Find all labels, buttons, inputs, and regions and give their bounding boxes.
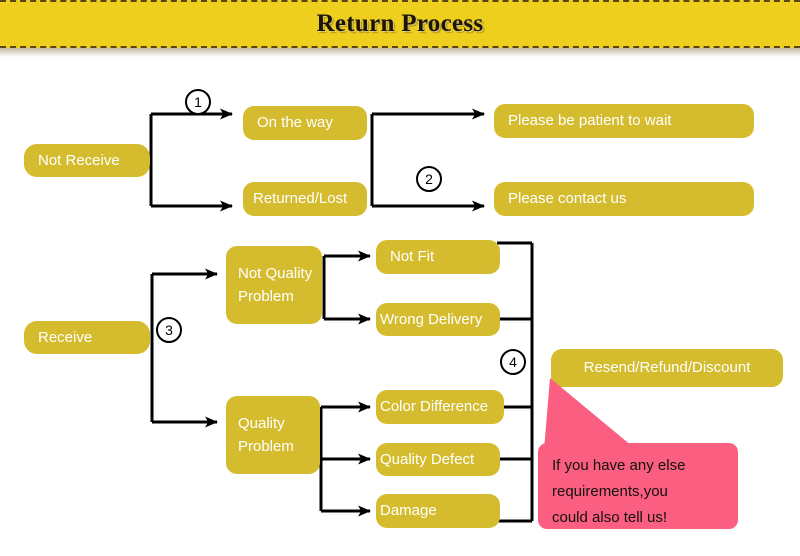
node-label: Not Receive	[38, 151, 120, 169]
step-marker-3: 3	[156, 317, 182, 343]
step-marker-1: 1	[185, 89, 211, 115]
step-number: 4	[509, 354, 517, 370]
node-on-the-way[interactable]: On the way	[243, 106, 367, 140]
node-receive[interactable]: Receive	[24, 321, 150, 354]
step-marker-2: 2	[416, 166, 442, 192]
node-label: On the way	[257, 114, 333, 132]
node-label: Receive	[38, 328, 93, 346]
node-label: Returned/Lost	[253, 190, 348, 208]
callout-line-3: could also tell us!	[552, 508, 668, 526]
node-label: Quality Defect	[380, 450, 475, 468]
node-label: Please be patient to wait	[508, 112, 672, 130]
node-label: Not Quality Problem	[238, 264, 313, 305]
node-please-be-patient-to-wait[interactable]: Please be patient to wait	[494, 104, 754, 138]
node-quality-problem[interactable]: Quality Problem	[226, 396, 320, 474]
step-number: 1	[194, 94, 202, 110]
node-not-fit[interactable]: Not Fit	[376, 240, 500, 274]
node-label: Resend/Refund/Discount	[583, 359, 751, 377]
node-label: Not Fit	[390, 248, 435, 266]
step-marker-4: 4	[500, 349, 526, 375]
callout-line-2: requirements,you	[552, 482, 668, 500]
callout-line-1: If you have any else	[552, 457, 686, 474]
node-not-quality-problem[interactable]: Not Quality Problem	[226, 246, 322, 324]
node-label: Quality Problem	[238, 414, 294, 455]
node-please-contact-us[interactable]: Please contact us	[494, 182, 754, 216]
return-process-flowchart: Not Receive On the way Returned/Lost Ple…	[0, 0, 800, 556]
node-returned-lost[interactable]: Returned/Lost	[243, 182, 367, 216]
step-number: 2	[425, 171, 433, 187]
node-label: Wrong Delivery	[380, 310, 483, 328]
node-label: Damage	[380, 502, 437, 520]
node-wrong-delivery[interactable]: Wrong Delivery	[376, 303, 500, 336]
node-not-receive[interactable]: Not Receive	[24, 144, 150, 177]
node-label: Color Difference	[380, 398, 489, 416]
node-damage[interactable]: Damage	[376, 494, 500, 528]
node-label: Please contact us	[508, 190, 627, 208]
node-color-difference[interactable]: Color Difference	[376, 390, 504, 424]
callout-bubble: If you have any else requirements,you co…	[538, 443, 738, 529]
node-quality-defect[interactable]: Quality Defect	[376, 443, 500, 476]
step-number: 3	[165, 322, 173, 338]
